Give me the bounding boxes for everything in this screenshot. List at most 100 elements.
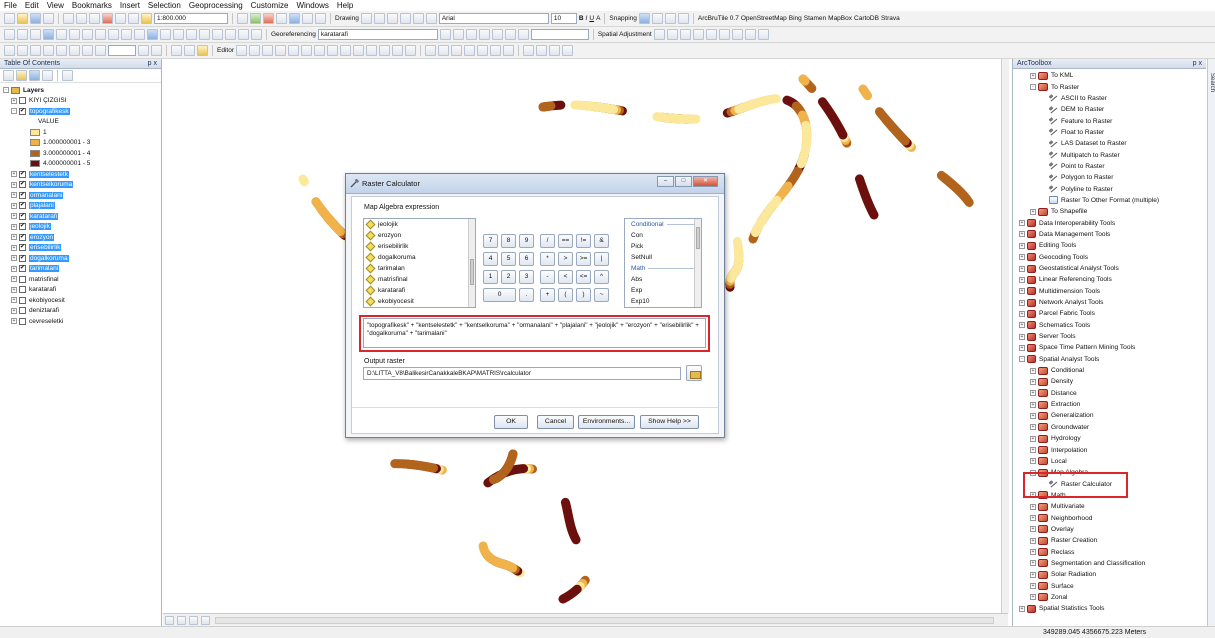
layer-visibility-checkbox[interactable]: ✔ xyxy=(19,233,26,241)
toc-options-icon[interactable] xyxy=(62,70,73,81)
attributes-icon[interactable] xyxy=(378,45,390,56)
layout-zoom-percent[interactable] xyxy=(108,45,136,56)
layout-view-icon[interactable] xyxy=(177,615,186,625)
text-color-button[interactable]: A xyxy=(596,15,600,22)
keypad-button[interactable]: * xyxy=(540,252,555,266)
font-size-dropdown[interactable]: 10 xyxy=(550,13,577,24)
toolbox-item-tool[interactable]: ASCII to Raster xyxy=(1013,93,1206,104)
toolbox-item-toolbox[interactable]: + Server Tools xyxy=(1013,331,1206,342)
toolbox-item-tool[interactable]: DEM to Raster xyxy=(1013,104,1206,115)
cut-icon[interactable] xyxy=(63,13,74,24)
expand-toggle[interactable]: + xyxy=(1019,322,1025,329)
expand-toggle[interactable]: + xyxy=(1030,549,1036,556)
create-features-icon[interactable] xyxy=(404,45,416,56)
reshape-icon[interactable] xyxy=(326,45,338,56)
keypad-button[interactable]: >= xyxy=(576,252,591,266)
toolbox-item-toolset[interactable]: + Hydrology xyxy=(1013,433,1206,444)
expand-toggle[interactable]: + xyxy=(1019,605,1025,612)
expand-toggle[interactable]: + xyxy=(11,286,17,293)
menu-geoprocessing[interactable]: Geoprocessing xyxy=(189,1,243,10)
toc-layer-row[interactable]: + ✔ dogalkoruma xyxy=(0,253,161,264)
expand-toggle[interactable]: - xyxy=(1030,84,1036,91)
search-window-icon[interactable] xyxy=(289,13,300,24)
scale-georef-icon[interactable] xyxy=(465,29,477,40)
function-pick[interactable]: Pick xyxy=(625,241,701,252)
zoom-whole-page-icon[interactable] xyxy=(43,45,54,56)
expand-toggle[interactable]: + xyxy=(1030,447,1036,454)
expand-toggle[interactable]: + xyxy=(1019,333,1025,340)
find-route-icon[interactable] xyxy=(212,29,223,40)
search-side-tab[interactable]: Search xyxy=(1207,59,1215,626)
layer-properties-icon[interactable] xyxy=(197,45,208,56)
add-data-icon[interactable] xyxy=(141,13,152,24)
toc-layer-row[interactable]: + ✔ kentselestetk xyxy=(0,169,161,180)
keypad-button[interactable]: ) xyxy=(576,288,591,302)
copy-icon[interactable] xyxy=(76,13,87,24)
layout-zoom-in-icon[interactable] xyxy=(4,45,15,56)
keypad-button[interactable]: / xyxy=(540,234,555,248)
italic-button[interactable]: I xyxy=(586,15,588,22)
keypad-button[interactable]: 6 xyxy=(519,252,534,266)
map-topology-icon[interactable] xyxy=(437,45,449,56)
toolbox-item-toolset[interactable]: + Solar Radiation xyxy=(1013,569,1206,580)
toc-pin-close[interactable]: p x xyxy=(148,59,157,68)
function-setnull[interactable]: SetNull xyxy=(625,252,701,263)
toolbox-item-toolset[interactable]: + To KML xyxy=(1013,70,1206,81)
layout-back-icon[interactable] xyxy=(82,45,93,56)
toolbox-item-tool[interactable]: Point to Raster xyxy=(1013,161,1206,172)
layer-visibility-checkbox[interactable] xyxy=(19,307,26,315)
keypad-button[interactable]: == xyxy=(558,234,573,248)
keypad-button[interactable]: ~ xyxy=(594,288,609,302)
toc-layer-row[interactable]: + karatarafi xyxy=(0,285,161,296)
expand-toggle[interactable]: - xyxy=(1019,356,1025,363)
new-limited-adjustment-icon[interactable] xyxy=(718,29,730,40)
toolbox-item-toolset[interactable]: + Raster Creation xyxy=(1013,535,1206,546)
arcbrutile-menu[interactable]: ArcBruTile 0.7 xyxy=(698,15,739,22)
toc-layer-row[interactable]: + ✔ jeolojik xyxy=(0,222,161,233)
keypad-button[interactable]: . xyxy=(519,288,534,302)
edge-snapping-icon[interactable] xyxy=(677,13,689,24)
toc-layer-row[interactable]: + matrisfinal xyxy=(0,274,161,285)
expand-toggle[interactable]: + xyxy=(11,171,17,178)
search-tab-label[interactable]: Search xyxy=(1209,73,1215,92)
layer-visibility-checkbox[interactable]: ✔ xyxy=(19,223,26,231)
expand-toggle[interactable]: + xyxy=(1019,242,1025,249)
menu-file[interactable]: File xyxy=(4,1,17,10)
menu-selection[interactable]: Selection xyxy=(148,1,181,10)
layer-visibility-checkbox[interactable]: ✔ xyxy=(19,254,26,262)
layer-visibility-checkbox[interactable]: ✔ xyxy=(19,191,26,199)
point-snapping-icon[interactable] xyxy=(638,13,650,24)
toolbox-item-toolbox[interactable]: + Space Time Pattern Mining Tools xyxy=(1013,342,1206,353)
redo-icon[interactable] xyxy=(128,13,139,24)
new-identity-link-icon[interactable] xyxy=(705,29,717,40)
expand-toggle[interactable]: + xyxy=(1019,231,1025,238)
collapse-toggle[interactable]: - xyxy=(3,87,9,94)
edit-tool-icon[interactable] xyxy=(235,45,247,56)
keypad-button[interactable]: ^ xyxy=(594,270,609,284)
back-extent-icon[interactable] xyxy=(82,29,93,40)
menu-help[interactable]: Help xyxy=(337,1,353,10)
expand-toggle[interactable]: + xyxy=(1030,378,1036,385)
layer-visibility-checkbox[interactable] xyxy=(19,97,26,105)
expand-toggle[interactable]: + xyxy=(11,181,17,188)
toolbox-item-toolset[interactable]: + Groundwater xyxy=(1013,422,1206,433)
rectangle-icon[interactable] xyxy=(399,13,411,24)
basemap-stamen[interactable]: Stamen xyxy=(804,15,826,22)
rotate-icon[interactable] xyxy=(373,13,385,24)
end-snapping-icon[interactable] xyxy=(651,13,663,24)
expand-toggle[interactable]: + xyxy=(1019,276,1025,283)
keypad-button[interactable]: 7 xyxy=(483,234,498,248)
expand-toggle[interactable]: - xyxy=(11,108,17,115)
expand-toggle[interactable]: + xyxy=(1030,560,1036,567)
expand-toggle[interactable]: + xyxy=(11,265,17,272)
keypad-button[interactable]: 4 xyxy=(483,252,498,266)
sketch-properties-icon[interactable] xyxy=(391,45,403,56)
shift-georef-icon[interactable] xyxy=(452,29,464,40)
cut-polygons-icon[interactable] xyxy=(339,45,351,56)
expand-toggle[interactable]: + xyxy=(1030,594,1036,601)
raster-layer-item[interactable]: matrisfinal xyxy=(364,274,475,285)
fixed-zoom-in-icon[interactable] xyxy=(56,29,67,40)
pause-drawing-icon[interactable] xyxy=(201,615,210,625)
scale-dropdown[interactable]: 1:800.000 xyxy=(154,13,228,24)
view-link-table-icon[interactable] xyxy=(744,29,756,40)
